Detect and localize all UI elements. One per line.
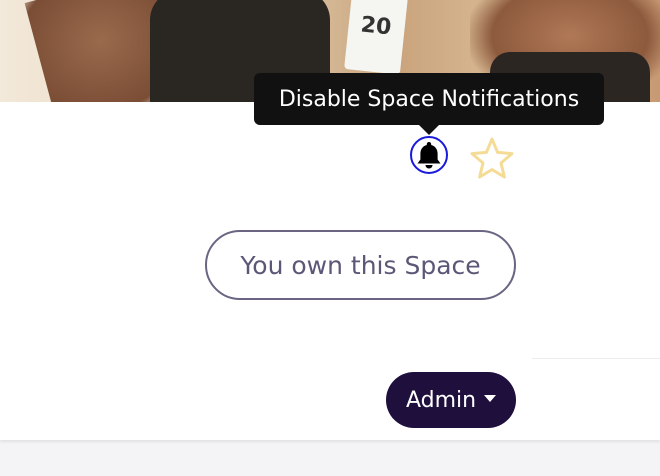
caret-down-icon [484, 394, 497, 402]
admin-label: Admin [405, 387, 477, 413]
notifications-tooltip: Disable Space Notifications [254, 73, 604, 125]
race-bib-number: 20 [359, 12, 393, 41]
bell-icon [417, 142, 441, 169]
page: 20 Disable Space Notifications You own t… [0, 0, 660, 476]
tooltip-arrow [418, 124, 440, 135]
ownership-badge: You own this Space [205, 230, 516, 300]
star-outline-icon [470, 137, 514, 179]
tooltip-text: Disable Space Notifications [278, 86, 580, 112]
divider [532, 358, 660, 359]
admin-dropdown-button[interactable]: Admin [386, 372, 516, 428]
ownership-label: You own this Space [240, 250, 481, 280]
notifications-toggle-button[interactable] [410, 136, 448, 174]
favorite-button[interactable] [468, 134, 516, 182]
race-bib: 20 [344, 0, 408, 75]
